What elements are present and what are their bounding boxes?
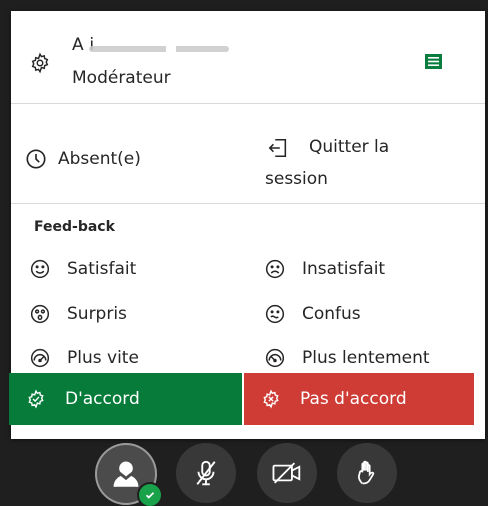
media-toolbar bbox=[0, 440, 488, 506]
leave-label-line1: Quitter la bbox=[309, 137, 390, 157]
avatar-icon bbox=[109, 457, 143, 491]
raise-hand-button[interactable] bbox=[337, 443, 397, 503]
user-name: A i bbox=[72, 35, 95, 55]
smile-icon bbox=[30, 259, 50, 279]
microphone-muted-icon bbox=[191, 458, 221, 488]
feedback-satisfied-button[interactable]: Satisfait bbox=[30, 255, 136, 283]
feedback-title: Feed-back bbox=[34, 219, 115, 235]
leave-label-line2: session bbox=[265, 169, 328, 189]
disagree-label: Pas d'accord bbox=[300, 389, 407, 409]
list-icon[interactable] bbox=[425, 54, 442, 69]
disagree-button[interactable]: Pas d'accord bbox=[244, 373, 474, 425]
confused-icon bbox=[265, 304, 285, 324]
exit-icon bbox=[267, 137, 289, 159]
speedometer-fast-icon bbox=[30, 348, 50, 368]
user-info: A i Modérateur bbox=[11, 11, 485, 103]
gear-icon[interactable] bbox=[29, 52, 51, 74]
online-status-badge bbox=[139, 484, 161, 506]
feedback-label: Plus lentement bbox=[302, 348, 430, 368]
feedback-label: Confus bbox=[302, 304, 361, 324]
feedback-unsatisfied-button[interactable]: Insatisfait bbox=[265, 255, 385, 283]
feedback-surprised-button[interactable]: Surpris bbox=[30, 300, 127, 328]
away-button[interactable]: Absent(e) bbox=[25, 148, 141, 170]
microphone-toggle-button[interactable] bbox=[176, 443, 236, 503]
feedback-label: Satisfait bbox=[67, 259, 137, 279]
surprised-icon bbox=[30, 304, 50, 324]
status-section: Absent(e) bbox=[11, 104, 485, 203]
feedback-label: Surpris bbox=[67, 304, 127, 324]
camera-off-icon bbox=[271, 458, 303, 488]
away-label: Absent(e) bbox=[58, 149, 141, 169]
gear-check-icon bbox=[26, 389, 46, 409]
divider bbox=[11, 203, 485, 204]
user-role: Modérateur bbox=[72, 68, 171, 88]
agree-button[interactable]: D'accord bbox=[9, 373, 242, 425]
frown-icon bbox=[265, 259, 285, 279]
feedback-label: Plus vite bbox=[67, 348, 139, 368]
feedback-faster-button[interactable]: Plus vite bbox=[30, 344, 139, 372]
camera-toggle-button[interactable] bbox=[257, 443, 317, 503]
speedometer-slow-icon bbox=[265, 348, 285, 368]
agree-label: D'accord bbox=[65, 389, 140, 409]
clock-icon bbox=[25, 148, 47, 170]
feedback-slower-button[interactable]: Plus lentement bbox=[265, 344, 430, 372]
raise-hand-icon bbox=[353, 458, 381, 488]
name-redaction bbox=[89, 46, 229, 52]
feedback-confused-button[interactable]: Confus bbox=[265, 300, 361, 328]
feedback-label: Insatisfait bbox=[302, 259, 386, 279]
gear-x-icon bbox=[261, 389, 281, 409]
